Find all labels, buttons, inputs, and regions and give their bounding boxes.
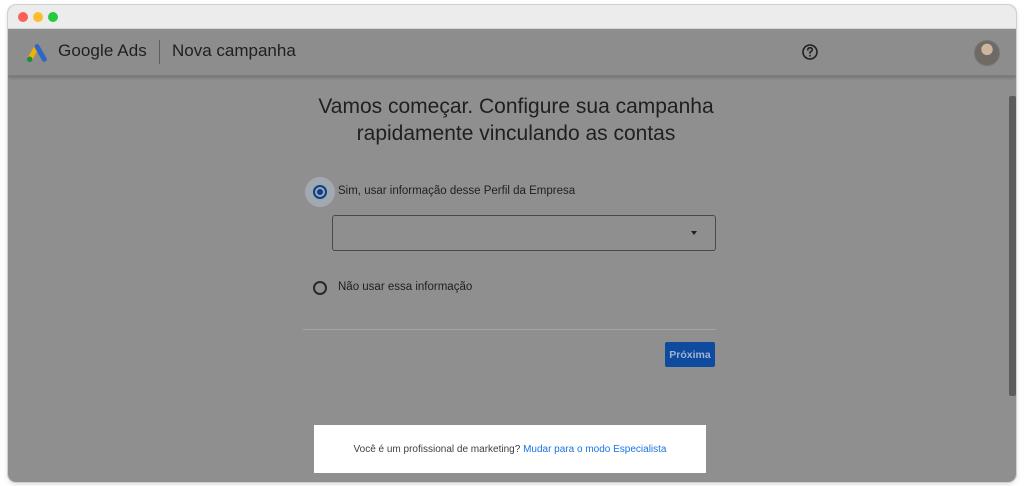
expert-mode-prompt: Você é um profissional de marketing? bbox=[353, 444, 521, 455]
dont-use-label[interactable]: Não usar essa informação bbox=[338, 281, 472, 293]
close-window-button[interactable] bbox=[18, 12, 28, 22]
expert-mode-text: Você é um profissional de marketing? Mud… bbox=[314, 444, 706, 455]
app-header: Google Ads Nova campanha bbox=[8, 29, 1016, 76]
use-profile-radio[interactable] bbox=[313, 185, 327, 199]
page-title: Nova campanha bbox=[172, 41, 296, 60]
expert-mode-link[interactable]: Mudar para o modo Especialista bbox=[523, 444, 666, 455]
chevron-down-icon bbox=[691, 231, 697, 235]
page-scrollbar[interactable] bbox=[1009, 96, 1016, 396]
browser-window: Google Ads Nova campanha Vamos começar. … bbox=[8, 5, 1016, 482]
brand-name[interactable]: Google Ads bbox=[58, 41, 147, 61]
next-button[interactable]: Próxima bbox=[665, 342, 715, 367]
avatar[interactable] bbox=[974, 40, 1000, 66]
help-icon[interactable] bbox=[801, 43, 819, 61]
page-heading: Vamos começar. Configure sua campanha ra… bbox=[318, 95, 714, 145]
business-profile-select[interactable] bbox=[332, 215, 716, 251]
minimize-window-button[interactable] bbox=[33, 12, 43, 22]
expert-mode-banner: Você é um profissional de marketing? Mud… bbox=[314, 425, 706, 473]
section-divider bbox=[303, 329, 716, 330]
window-titlebar bbox=[8, 5, 1016, 29]
maximize-window-button[interactable] bbox=[48, 12, 58, 22]
use-profile-label[interactable]: Sim, usar informação desse Perfil da Emp… bbox=[338, 185, 575, 197]
header-divider bbox=[159, 40, 160, 64]
dont-use-radio[interactable] bbox=[313, 281, 327, 295]
google-ads-logo-icon[interactable] bbox=[26, 42, 48, 62]
